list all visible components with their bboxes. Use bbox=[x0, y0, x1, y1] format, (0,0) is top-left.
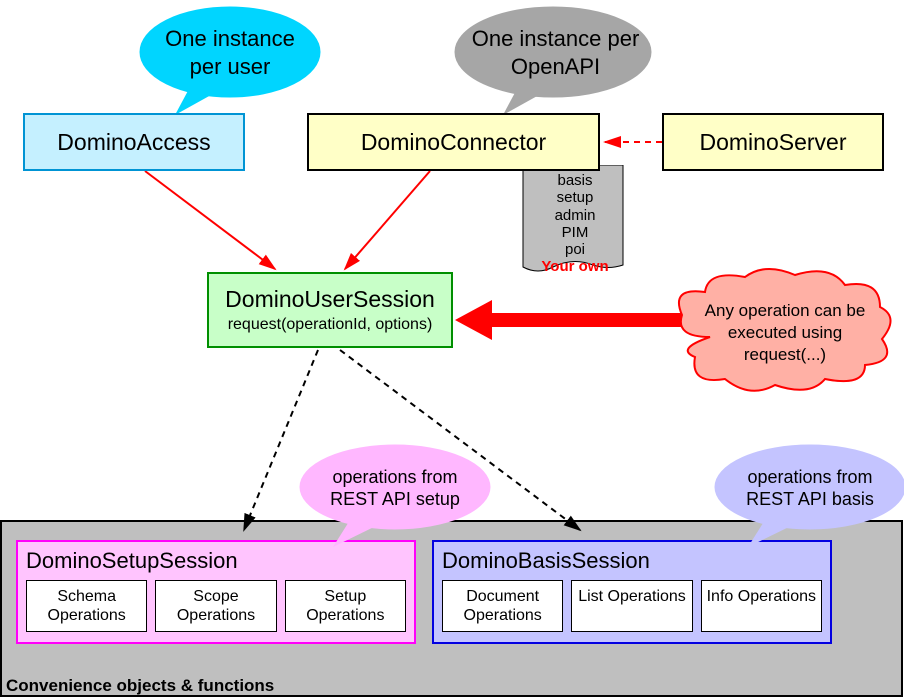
connector-list-item: admin bbox=[525, 207, 625, 224]
connector-list: basis setup admin PIM poi Your own bbox=[525, 172, 625, 276]
box-domino-server: DominoServer bbox=[662, 113, 884, 171]
op-list: List Operations bbox=[571, 580, 692, 632]
connector-list-item: setup bbox=[525, 189, 625, 206]
user-session-title: DominoUserSession bbox=[225, 286, 435, 313]
bubble-per-user: One instance per user bbox=[140, 10, 320, 95]
connector-list-item: basis bbox=[525, 172, 625, 189]
op-info: Info Operations bbox=[701, 580, 822, 632]
connector-list-item: PIM bbox=[525, 224, 625, 241]
footer-label: Convenience objects & functions bbox=[6, 676, 274, 696]
box-domino-connector: DominoConnector bbox=[307, 113, 600, 171]
big-red-arrow bbox=[455, 300, 700, 340]
box-domino-server-label: DominoServer bbox=[700, 129, 847, 156]
box-basis-session: DominoBasisSession Document Operations L… bbox=[432, 540, 832, 644]
bubble-setup: operations from REST API setup bbox=[305, 452, 485, 524]
connector-list-item: poi bbox=[525, 241, 625, 258]
bubble-basis: operations from REST API basis bbox=[720, 452, 900, 524]
user-session-sub: request(operationId, options) bbox=[228, 316, 433, 334]
cloud-any-op: Any operation can be executed using requ… bbox=[700, 300, 870, 366]
box-domino-connector-label: DominoConnector bbox=[361, 129, 546, 156]
bubble-per-openapi: One instance per OpenAPI bbox=[458, 10, 653, 95]
op-setup: Setup Operations bbox=[285, 580, 406, 632]
box-domino-user-session: DominoUserSession request(operationId, o… bbox=[207, 272, 453, 348]
op-schema: Schema Operations bbox=[26, 580, 147, 632]
box-setup-session: DominoSetupSession Schema Operations Sco… bbox=[16, 540, 416, 644]
op-document: Document Operations bbox=[442, 580, 563, 632]
box-domino-access-label: DominoAccess bbox=[57, 129, 210, 156]
op-scope: Scope Operations bbox=[155, 580, 276, 632]
box-domino-access: DominoAccess bbox=[23, 113, 245, 171]
connector-list-own: Your own bbox=[525, 258, 625, 275]
